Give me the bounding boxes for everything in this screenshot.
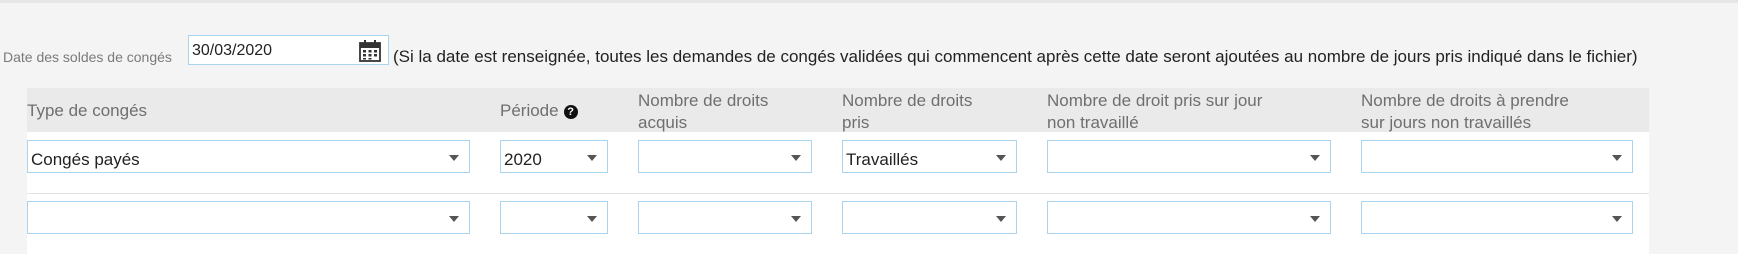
caret-down-icon xyxy=(449,155,459,161)
caret-down-icon xyxy=(996,155,1006,161)
taken-rights-select[interactable]: Travaillés xyxy=(842,140,1017,173)
caret-down-icon xyxy=(1310,155,1320,161)
caret-down-icon xyxy=(1310,216,1320,222)
caret-down-icon xyxy=(1612,155,1622,161)
table-header: Type de congés Période? Nombre de droits… xyxy=(27,88,1649,132)
non-working-taken-select[interactable] xyxy=(1047,140,1331,173)
period-select[interactable] xyxy=(500,201,608,234)
header-a-prendre: Nombre de droits à prendre sur jours non … xyxy=(1361,91,1569,132)
caret-down-icon xyxy=(791,155,801,161)
caret-down-icon xyxy=(449,216,459,222)
caret-down-icon xyxy=(587,155,597,161)
balance-date-value[interactable]: 30/03/2020 xyxy=(192,42,272,60)
help-icon[interactable]: ? xyxy=(563,104,578,119)
caret-down-icon xyxy=(996,216,1006,222)
taken-rights-select[interactable] xyxy=(842,201,1017,234)
leave-balances-table: Type de congés Période? Nombre de droits… xyxy=(27,88,1649,254)
top-divider xyxy=(0,0,1738,3)
balance-date-row: Date des soldes de congés 30/03/2020 (Si… xyxy=(0,35,1738,67)
balance-date-note: (Si la date est renseignée, toutes les d… xyxy=(393,47,1638,66)
non-working-to-take-select[interactable] xyxy=(1361,140,1633,173)
header-type: Type de congés xyxy=(27,101,148,120)
calendar-icon[interactable] xyxy=(358,39,382,63)
acquired-rights-select[interactable] xyxy=(638,201,812,234)
acquired-rights-select[interactable] xyxy=(638,140,812,173)
header-pris: Nombre de droits pris xyxy=(842,91,973,132)
header-acquis: Nombre de droits acquis xyxy=(638,91,769,132)
caret-down-icon xyxy=(791,216,801,222)
period-select[interactable]: 2020 xyxy=(500,140,608,173)
balance-date-input[interactable]: 30/03/2020 xyxy=(188,35,389,65)
header-non-travaille: Nombre de droit pris sur jour non travail… xyxy=(1047,91,1263,132)
header-periode: Période? xyxy=(500,100,578,122)
leave-type-select[interactable] xyxy=(27,201,470,234)
row-divider xyxy=(27,193,1649,194)
non-working-taken-select[interactable] xyxy=(1047,201,1331,234)
leave-type-select[interactable]: Congés payés xyxy=(27,140,470,173)
caret-down-icon xyxy=(587,216,597,222)
balance-date-label: Date des soldes de congés xyxy=(3,49,172,65)
non-working-to-take-select[interactable] xyxy=(1361,201,1633,234)
caret-down-icon xyxy=(1612,216,1622,222)
